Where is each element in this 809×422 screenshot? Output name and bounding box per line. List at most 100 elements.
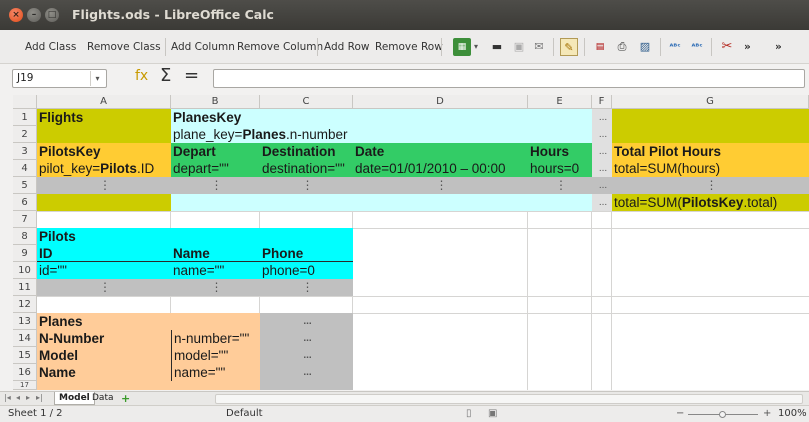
column-header-d[interactable]: D <box>353 95 528 109</box>
selection-mode-icon[interactable]: ▯ <box>466 408 472 419</box>
add-column-button[interactable]: Add Column <box>171 41 235 53</box>
cell-b15[interactable]: model="" <box>171 347 260 364</box>
cell-d4[interactable]: date=01/01/2010 – 00:00 <box>353 160 528 177</box>
row-header[interactable]: 8 <box>13 228 37 245</box>
row-header[interactable]: 2 <box>13 126 37 143</box>
zoom-in-icon[interactable]: + <box>763 408 771 419</box>
column-header-b[interactable]: B <box>171 95 260 109</box>
row-header[interactable]: 1 <box>13 109 37 126</box>
add-row-button[interactable]: Add Row <box>324 41 370 53</box>
chevron-down-icon[interactable]: ▾ <box>90 71 104 86</box>
close-window-button[interactable]: × <box>9 8 23 22</box>
spellcheck-icon[interactable]: ᴬᴮᶜ <box>666 38 684 56</box>
add-class-button[interactable]: Add Class <box>25 41 76 53</box>
row-header[interactable]: 7 <box>13 211 37 228</box>
zoom-slider-handle[interactable] <box>719 411 726 418</box>
row-header[interactable]: 9 <box>13 245 37 262</box>
export-pdf-icon[interactable]: ▤ <box>591 38 609 56</box>
edit-mode-icon[interactable]: ✎ <box>560 38 578 56</box>
cell-b4[interactable]: depart="" <box>171 160 260 177</box>
more-tools-button[interactable]: » <box>744 41 751 53</box>
cut-icon[interactable]: ✂ <box>718 38 736 56</box>
first-sheet-icon[interactable]: |◂ <box>4 393 11 402</box>
cell-a3[interactable]: PilotsKey <box>37 143 171 160</box>
page-style[interactable]: Default <box>226 408 263 419</box>
cell-b5[interactable]: ⋮ <box>171 177 260 194</box>
cell-c5[interactable]: ⋮ <box>260 177 353 194</box>
row-header[interactable]: 11 <box>13 279 37 296</box>
column-header-a[interactable]: A <box>37 95 171 109</box>
more-tools-button-2[interactable]: » <box>775 41 782 53</box>
formula-input[interactable] <box>213 69 805 88</box>
column-header-e[interactable]: E <box>528 95 592 109</box>
cell-a1[interactable]: Flights <box>37 109 171 126</box>
cell-c4[interactable]: destination="" <box>260 160 353 177</box>
dropdown-arrow-icon[interactable]: ▾ <box>472 38 480 56</box>
cell-a6[interactable] <box>37 194 171 211</box>
minimize-window-button[interactable]: – <box>27 8 41 22</box>
sheet-tab-data[interactable]: Data <box>88 392 118 405</box>
cell-a15[interactable]: Model <box>37 347 171 364</box>
function-wizard-icon[interactable]: fx <box>135 68 148 84</box>
remove-row-button[interactable]: Remove Row <box>375 41 443 53</box>
cell-g3[interactable]: Total Pilot Hours <box>612 143 809 160</box>
cell-f5[interactable]: ... <box>592 177 612 194</box>
cell-a14[interactable]: N-Number <box>37 330 171 347</box>
cell-c14[interactable]: ... <box>260 330 353 347</box>
cell-f2[interactable]: ... <box>592 126 612 143</box>
cell-a8[interactable]: Pilots <box>37 228 353 245</box>
cell-f4[interactable]: ... <box>592 160 612 177</box>
row-header[interactable]: 10 <box>13 262 37 279</box>
email-icon[interactable]: ✉ <box>530 38 548 56</box>
row-header[interactable]: 13 <box>13 313 37 330</box>
cell-a16[interactable]: Name <box>37 364 171 381</box>
remove-column-button[interactable]: Remove Column <box>237 41 323 53</box>
save-icon[interactable]: ▣ <box>510 38 528 56</box>
row-header[interactable]: 15 <box>13 347 37 364</box>
row-header[interactable]: 3 <box>13 143 37 160</box>
cell-a9[interactable]: ID <box>37 245 171 262</box>
cell-c15[interactable]: ... <box>260 347 353 364</box>
cell-b2[interactable]: plane_key=Planes.n-number <box>171 126 592 143</box>
cell-a17[interactable] <box>37 381 260 390</box>
cell-e3[interactable]: Hours <box>528 143 592 160</box>
cell-a2[interactable] <box>37 126 171 143</box>
cell-d5[interactable]: ⋮ <box>353 177 528 194</box>
row-header[interactable]: 16 <box>13 364 37 381</box>
row-header[interactable]: 14 <box>13 330 37 347</box>
cell-a11[interactable]: ⋮ <box>37 279 171 296</box>
sum-icon[interactable]: Σ <box>160 65 171 86</box>
cell-g1[interactable] <box>612 109 809 143</box>
cell-b10[interactable]: name="" <box>171 262 260 279</box>
cell-b14[interactable]: n-number="" <box>171 330 260 347</box>
name-box[interactable]: J19 ▾ <box>12 69 107 88</box>
cell-g4[interactable]: total=SUM(hours) <box>612 160 809 177</box>
select-all-corner[interactable] <box>13 95 37 109</box>
add-sheet-icon[interactable]: + <box>117 392 134 405</box>
spreadsheet-icon[interactable]: ▦ <box>453 38 471 56</box>
autospellcheck-icon[interactable]: ᴬᴮᶜ <box>688 38 706 56</box>
cell-f1[interactable]: ... <box>592 109 612 126</box>
cell-g6[interactable]: total=SUM(PilotsKey.total) <box>612 194 809 211</box>
row-header[interactable]: 12 <box>13 296 37 313</box>
cell-f6[interactable]: ... <box>592 194 612 211</box>
cell-b16[interactable]: name="" <box>171 364 260 381</box>
row-header[interactable]: 5 <box>13 177 37 194</box>
cell-b3[interactable]: Depart <box>171 143 260 160</box>
cell-g5[interactable]: ⋮ <box>612 177 809 194</box>
cell-b6[interactable] <box>171 194 592 211</box>
cell-b1[interactable]: PlanesKey <box>171 109 592 126</box>
column-header-f[interactable]: F <box>592 95 612 109</box>
equals-icon[interactable]: = <box>184 65 199 86</box>
cell-e5[interactable]: ⋮ <box>528 177 592 194</box>
row-header[interactable]: 6 <box>13 194 37 211</box>
print-icon[interactable]: ⎙ <box>613 38 631 56</box>
prev-sheet-icon[interactable]: ◂ <box>16 393 20 402</box>
row-header[interactable]: 17 <box>13 381 37 390</box>
next-sheet-icon[interactable]: ▸ <box>26 393 30 402</box>
cell-c13[interactable]: ... <box>260 313 353 330</box>
remove-class-button[interactable]: Remove Class <box>87 41 161 53</box>
cell-b11[interactable]: ⋮ <box>171 279 260 296</box>
cell-f3[interactable]: ... <box>592 143 612 160</box>
cell-e4[interactable]: hours=0 <box>528 160 592 177</box>
